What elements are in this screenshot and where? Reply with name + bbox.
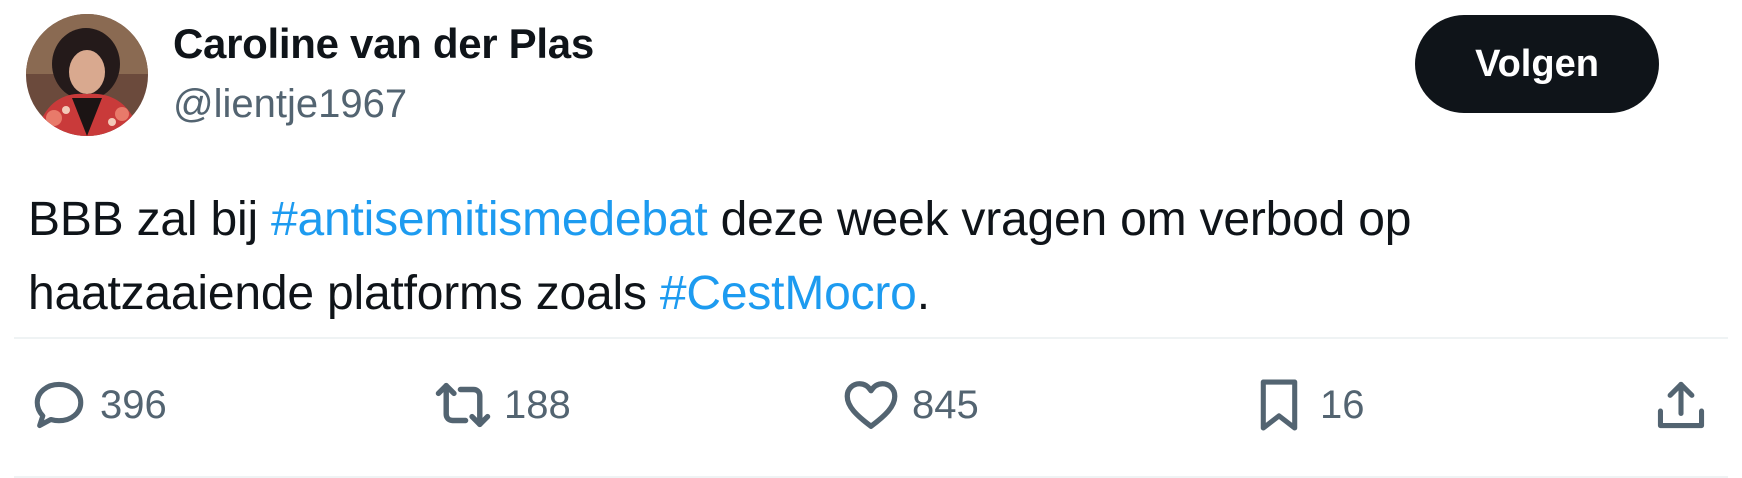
reply-count: 396 xyxy=(100,382,167,427)
bookmark-button[interactable]: 16 xyxy=(1248,375,1365,435)
tweet-text: BBB zal bij #antisemitismedebat deze wee… xyxy=(28,183,1678,331)
divider xyxy=(14,337,1728,339)
hashtag-link[interactable]: #CestMocro xyxy=(660,267,917,320)
tweet-text-segment: . xyxy=(916,267,930,320)
repost-arrows-icon xyxy=(432,374,494,436)
display-name[interactable]: Caroline van der Plas xyxy=(173,20,594,68)
reply-button[interactable]: 396 xyxy=(28,375,167,435)
bookmark-icon xyxy=(1248,374,1310,436)
repost-count: 188 xyxy=(504,382,571,427)
follow-button[interactable]: Volgen xyxy=(1415,15,1659,113)
heart-icon xyxy=(840,374,902,436)
avatar[interactable] xyxy=(26,14,148,136)
tweet-text-segment: BBB zal bij xyxy=(28,193,272,246)
like-button[interactable]: 845 xyxy=(840,375,979,435)
share-upload-icon xyxy=(1650,374,1712,436)
repost-button[interactable]: 188 xyxy=(432,375,571,435)
user-handle[interactable]: @lientje1967 xyxy=(173,82,407,127)
tweet-card: Caroline van der Plas @lientje1967 Volge… xyxy=(0,0,1742,478)
avatar-photo xyxy=(26,14,148,136)
share-button[interactable] xyxy=(1650,375,1712,435)
bookmark-count: 16 xyxy=(1320,382,1365,427)
hashtag-link[interactable]: #antisemitismedebat xyxy=(271,193,708,246)
speech-bubble-icon xyxy=(28,374,90,436)
like-count: 845 xyxy=(912,382,979,427)
